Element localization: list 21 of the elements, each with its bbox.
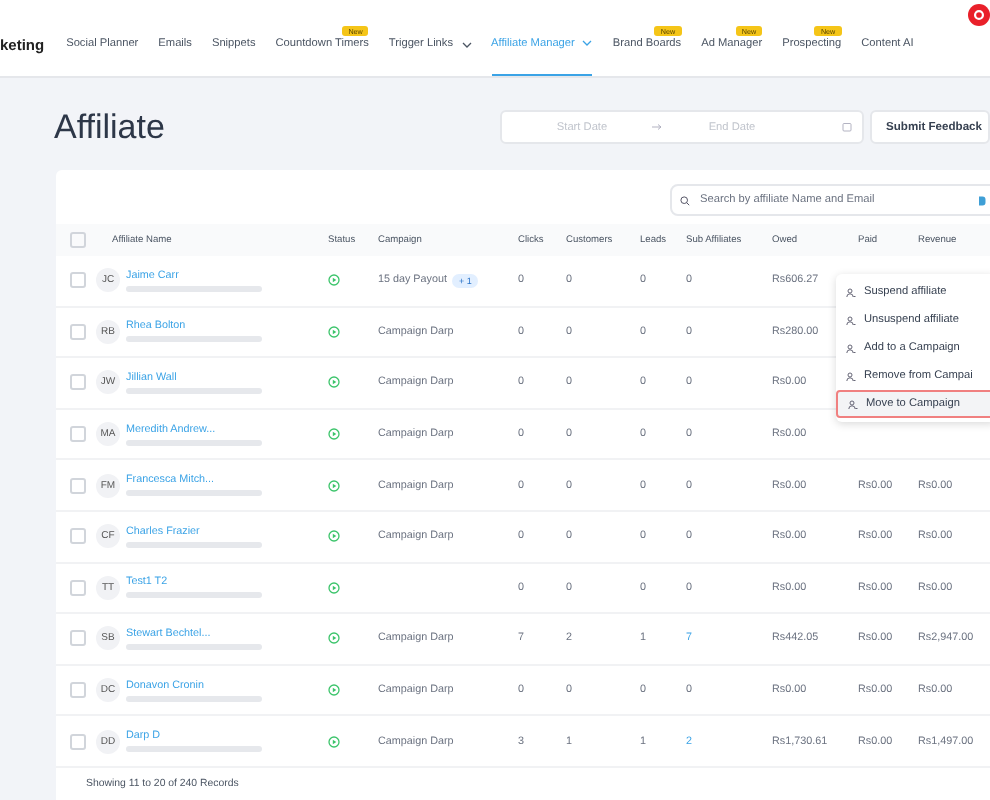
row-checkbox[interactable] <box>70 272 86 289</box>
person-icon <box>846 315 856 325</box>
search-icon <box>680 195 690 205</box>
arrow-right-icon <box>652 124 662 130</box>
person-icon <box>846 343 856 353</box>
select-all-checkbox[interactable] <box>70 232 86 248</box>
calendar-icon <box>842 122 852 132</box>
document-icon <box>978 195 986 205</box>
row-checkbox[interactable] <box>70 579 86 596</box>
row-checkbox[interactable] <box>70 630 86 647</box>
person-icon <box>846 371 856 381</box>
row-checkbox[interactable] <box>70 477 86 494</box>
row-checkbox[interactable] <box>70 426 86 443</box>
person-icon <box>846 287 856 297</box>
row-checkbox[interactable] <box>70 374 86 391</box>
row-checkbox[interactable] <box>70 682 86 699</box>
person-icon <box>848 399 858 409</box>
page-title: Affiliate <box>54 107 167 147</box>
row-checkbox[interactable] <box>70 323 86 340</box>
row-checkbox[interactable] <box>70 528 86 545</box>
row-checkbox[interactable] <box>70 733 86 750</box>
